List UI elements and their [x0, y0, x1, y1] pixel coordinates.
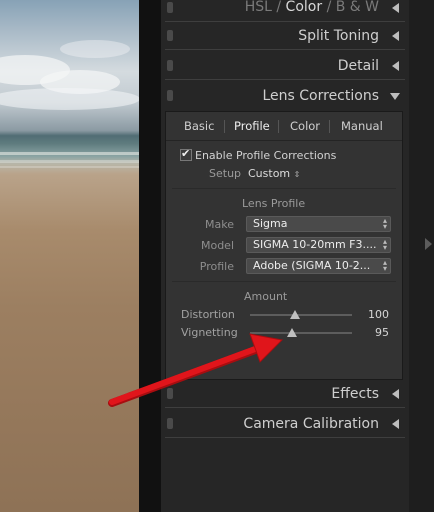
red-annotation-arrow	[108, 333, 284, 407]
